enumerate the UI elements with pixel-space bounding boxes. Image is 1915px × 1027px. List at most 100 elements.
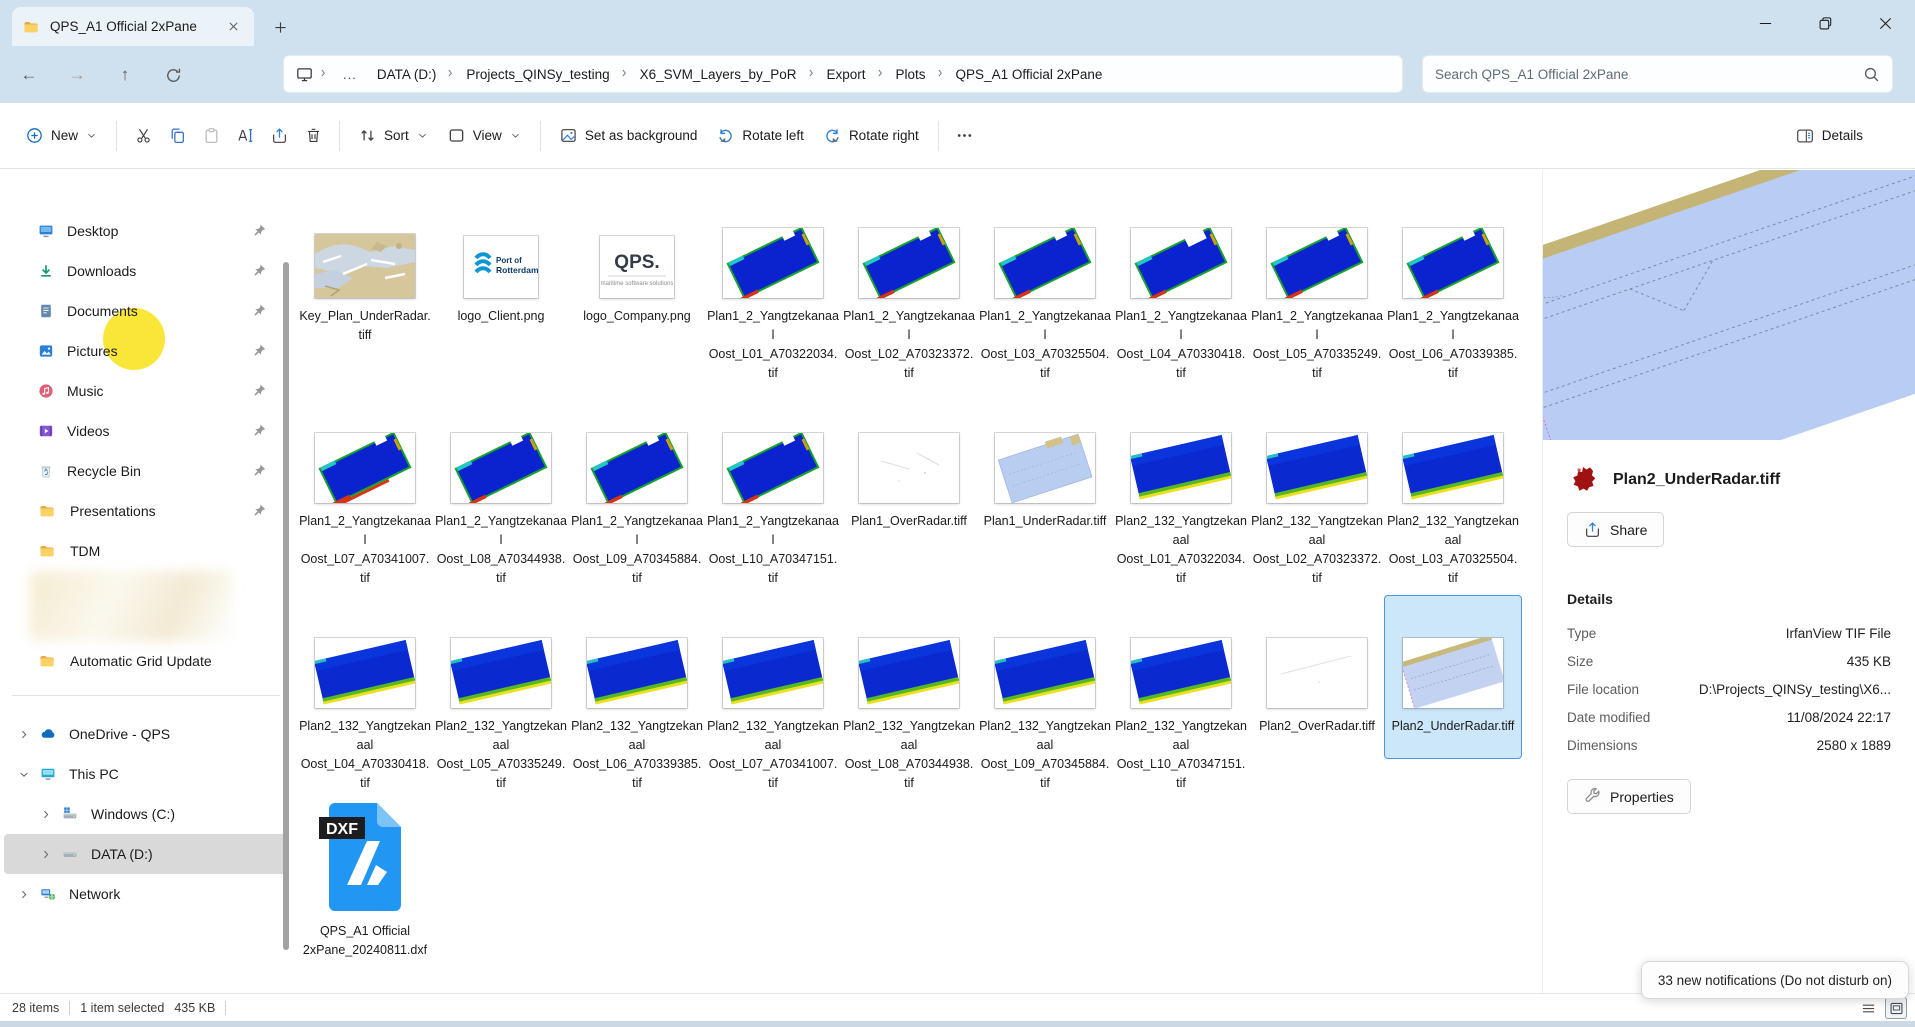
file-item[interactable]: Plan1_2_Yangtzekanaal Oost_L03_A70325504… (977, 186, 1113, 391)
file-thumbnail[interactable] (1403, 186, 1503, 298)
thumbnail-view-button[interactable] (1885, 997, 1907, 1019)
address-bar[interactable]: ... DATA (D:) Projects_QINSy_testing X6_SV… (283, 55, 1403, 93)
close-button[interactable] (1855, 0, 1915, 46)
file-thumbnail[interactable] (1267, 186, 1367, 298)
file-thumbnail[interactable]: QPS. maritime software solutions (600, 186, 674, 298)
share-button[interactable] (262, 119, 296, 153)
sidebar-item-music[interactable]: Music (4, 371, 288, 411)
cut-button[interactable] (126, 119, 160, 153)
sidebar-item-onedrive-qps[interactable]: OneDrive - QPS (4, 714, 288, 754)
file-item[interactable]: Plan2_132_Yangtzekanaal Oost_L04_A703304… (297, 596, 433, 801)
minimize-button[interactable] (1735, 0, 1795, 46)
file-thumbnail[interactable] (315, 596, 415, 708)
file-item[interactable]: Plan1_2_Yangtzekanaal Oost_L10_A70347151… (705, 391, 841, 596)
explorer-tab[interactable]: QPS_A1 Official 2xPane (12, 7, 254, 46)
file-thumbnail[interactable] (315, 186, 415, 298)
details-toggle-button[interactable]: Details (1786, 118, 1873, 154)
breadcrumb-item[interactable]: QPS_A1 Official 2xPane (948, 63, 1111, 86)
file-thumbnail[interactable] (1131, 596, 1231, 708)
tab-close-icon[interactable] (222, 16, 244, 38)
file-item[interactable]: Plan2_132_Yangtzekanaal Oost_L07_A703410… (705, 596, 841, 801)
set-as-background-button[interactable]: Set as background (550, 118, 708, 153)
sidebar-item-this-pc[interactable]: This PC (4, 754, 288, 794)
more-options-button[interactable] (948, 119, 982, 153)
breadcrumb-item[interactable]: DATA (D:) (369, 63, 445, 86)
file-thumbnail[interactable] (451, 391, 551, 503)
file-item[interactable]: DXF QPS_A1 Official 2xPane_20240811.dxf (297, 801, 433, 1006)
file-item[interactable]: Plan1_2_Yangtzekanaal Oost_L02_A70323372… (841, 186, 977, 391)
sidebar-item-videos[interactable]: Videos (4, 411, 288, 451)
chevron-right-icon[interactable] (805, 68, 819, 80)
search-box[interactable] (1422, 55, 1893, 93)
copy-button[interactable] (160, 119, 194, 153)
chevron-down-icon[interactable] (18, 768, 30, 780)
file-item[interactable]: Key_Plan_UnderRadar.tiff (297, 186, 433, 391)
file-thumbnail[interactable] (995, 391, 1095, 503)
file-item[interactable]: QPS. maritime software solutions logo_Com… (569, 186, 705, 391)
chevron-right-icon[interactable] (934, 68, 948, 80)
share-file-button[interactable]: Share (1567, 512, 1665, 547)
details-view-button[interactable] (1857, 997, 1879, 1019)
file-thumbnail[interactable] (587, 391, 687, 503)
sidebar-item-desktop[interactable]: Desktop (4, 211, 288, 251)
file-item[interactable]: Plan1_2_Yangtzekanaal Oost_L04_A70330418… (1113, 186, 1249, 391)
sidebar-scrollbar[interactable] (283, 262, 289, 950)
file-thumbnail[interactable] (451, 596, 551, 708)
chevron-right-icon[interactable] (40, 808, 52, 820)
breadcrumb-item[interactable]: X6_SVM_Layers_by_PoR (632, 63, 805, 86)
file-thumbnail[interactable] (723, 596, 823, 708)
chevron-right-icon[interactable] (618, 68, 632, 80)
file-thumbnail[interactable] (1267, 391, 1367, 503)
refresh-button[interactable] (158, 60, 188, 90)
sort-button[interactable]: Sort (349, 118, 438, 153)
file-item[interactable]: Plan1_2_Yangtzekanaal Oost_L09_A70345884… (569, 391, 705, 596)
file-item[interactable]: Plan1_OverRadar.tiff (841, 391, 977, 596)
sidebar-item-downloads[interactable]: Downloads (4, 251, 288, 291)
search-input[interactable] (1435, 66, 1863, 82)
file-thumbnail[interactable] (315, 391, 415, 503)
breadcrumb-item[interactable]: Projects_QINSy_testing (458, 63, 617, 86)
chevron-right-icon[interactable] (40, 848, 52, 860)
sidebar-item-tdm[interactable]: TDM (4, 531, 288, 571)
properties-button[interactable]: Properties (1567, 779, 1691, 814)
file-thumbnail[interactable] (995, 596, 1095, 708)
chevron-right-icon[interactable] (444, 68, 458, 80)
rename-button[interactable] (228, 119, 262, 153)
sidebar-item-data-d-[interactable]: DATA (D:) (4, 834, 288, 874)
file-item[interactable]: Plan1_2_Yangtzekanaal Oost_L01_A70322034… (705, 186, 841, 391)
file-thumbnail[interactable] (859, 186, 959, 298)
restore-button[interactable] (1795, 0, 1855, 46)
rotate-left-button[interactable]: Rotate left (707, 118, 814, 153)
file-item[interactable]: Plan2_132_Yangtzekanaal Oost_L06_A703393… (569, 596, 705, 801)
file-item[interactable]: Plan1_2_Yangtzekanaal Oost_L05_A70335249… (1249, 186, 1385, 391)
file-item[interactable]: Plan1_2_Yangtzekanaal Oost_L06_A70339385… (1385, 186, 1521, 391)
sidebar-item-automatic-grid-update[interactable]: Automatic Grid Update (4, 641, 288, 681)
file-thumbnail[interactable] (1403, 391, 1503, 503)
chevron-right-icon[interactable] (874, 68, 888, 80)
file-item[interactable]: Plan1_2_Yangtzekanaal Oost_L08_A70344938… (433, 391, 569, 596)
file-thumbnail[interactable] (859, 391, 959, 503)
this-pc-icon[interactable] (296, 66, 313, 83)
sidebar-item-documents[interactable]: Documents (4, 291, 288, 331)
back-button[interactable]: ← (14, 60, 44, 90)
file-thumbnail[interactable]: DXF (319, 801, 411, 913)
file-thumbnail[interactable] (1131, 186, 1231, 298)
file-item[interactable]: Plan2_OverRadar.tiff (1249, 596, 1385, 801)
file-item[interactable]: Plan2_132_Yangtzekanaal Oost_L03_A703255… (1385, 391, 1521, 596)
file-item[interactable]: Plan1_2_Yangtzekanaal Oost_L07_A70341007… (297, 391, 433, 596)
rotate-right-button[interactable]: Rotate right (814, 118, 929, 153)
sidebar-item-presentations[interactable]: Presentations (4, 491, 288, 531)
file-thumbnail[interactable] (587, 596, 687, 708)
sidebar-item-windows-c-[interactable]: Windows (C:) (4, 794, 288, 834)
file-item[interactable]: Port of Rotterdam logo_Client.png (433, 186, 569, 391)
delete-button[interactable] (296, 119, 330, 153)
chevron-right-icon[interactable] (18, 728, 30, 740)
new-tab-button[interactable] (266, 13, 294, 41)
file-item[interactable]: Plan2_132_Yangtzekanaal Oost_L05_A703352… (433, 596, 569, 801)
breadcrumb-overflow[interactable]: ... (335, 67, 365, 82)
breadcrumb-item[interactable]: Export (819, 63, 874, 86)
file-thumbnail[interactable]: Port of Rotterdam (464, 186, 538, 298)
file-item[interactable]: Plan2_132_Yangtzekanaal Oost_L02_A703233… (1249, 391, 1385, 596)
file-item[interactable]: Plan2_132_Yangtzekanaal Oost_L01_A703220… (1113, 391, 1249, 596)
view-button[interactable]: View (438, 118, 531, 153)
